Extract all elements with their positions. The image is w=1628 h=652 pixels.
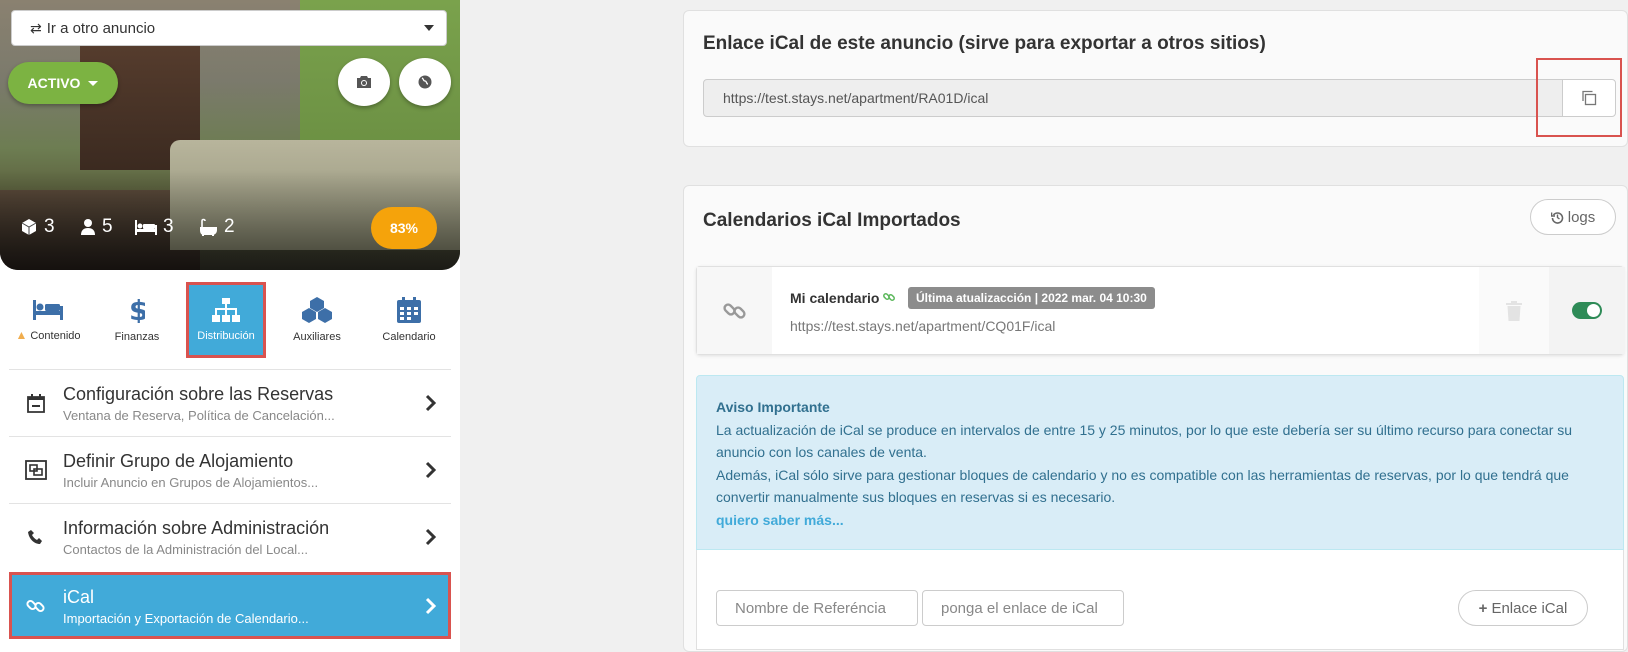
imported-calendar-row: Mi calendario Última atualizacción | 202… [696, 266, 1625, 355]
tab-auxiliares-label: Auxiliares [293, 331, 341, 343]
logs-button-label: logs [1567, 208, 1596, 226]
menu-item-subtitle: Importación y Exportación de Calendario.… [63, 611, 309, 626]
menu-item-title: Definir Grupo de Alojamiento [63, 451, 294, 471]
chevron-right-icon [425, 394, 437, 412]
learn-more-link[interactable]: quiero saber más... [716, 509, 1604, 532]
calendar-minus-icon [27, 394, 45, 413]
export-panel-title: Enlace iCal de este anuncio (sirve para … [703, 33, 1266, 54]
add-calendar-form: + Enlace iCal [696, 550, 1624, 650]
menu-item-subtitle: Ventana de Reserva, Política de Cancelac… [63, 408, 335, 423]
logs-button[interactable]: logs [1530, 199, 1616, 235]
link-icon [883, 293, 896, 301]
listing-sidebar: ⇄ Ir a otro anuncio ACTIVO 3 5 3 2 83% ▲… [0, 0, 460, 652]
warning-icon: ▲ [15, 328, 28, 342]
tab-contenido[interactable]: ▲ Contenido [8, 282, 88, 358]
stat-baths-value: 2 [224, 216, 235, 237]
plus-icon: + [1478, 599, 1488, 617]
link-icon [26, 599, 45, 613]
camera-icon [357, 76, 371, 88]
caret-down-icon [424, 25, 434, 31]
calendar-toggle-cell [1549, 267, 1625, 354]
cube-icon [21, 219, 37, 235]
tab-calendario[interactable]: Calendario [369, 282, 449, 358]
copy-button-highlight [1536, 58, 1622, 137]
important-notice: Aviso Importante La actualización de iCa… [696, 375, 1624, 550]
user-icon [81, 219, 95, 235]
stat-guests-value: 5 [102, 216, 113, 237]
menu-item-administracion[interactable]: Información sobre Administración Contact… [9, 503, 451, 570]
notice-title: Aviso Importante [716, 399, 830, 415]
export-url-field[interactable]: https://test.stays.net/apartment/RA01D/i… [703, 79, 1563, 117]
listing-photo: ⇄ Ir a otro anuncio ACTIVO 3 5 3 2 83% [0, 0, 460, 270]
menu-item-title: Configuración sobre las Reservas [63, 384, 334, 404]
stat-rooms-value: 3 [44, 216, 55, 237]
cubes-icon [302, 297, 332, 323]
tab-distribucion[interactable]: Distribución [186, 282, 266, 358]
menu-item-subtitle: Contactos de la Administración del Local… [63, 542, 308, 557]
tab-contenido-label: Contenido [30, 330, 81, 342]
menu-item-title: iCal [63, 587, 95, 607]
menu-item-ical[interactable]: iCal Importación y Exportación de Calend… [9, 572, 451, 639]
listing-selector-label: Ir a otro anuncio [46, 19, 156, 37]
globe-button[interactable] [399, 58, 451, 106]
add-ical-label: Enlace iCal [1491, 599, 1568, 617]
delete-calendar-button[interactable] [1479, 267, 1549, 354]
chevron-right-icon [425, 597, 437, 615]
camera-button[interactable] [338, 58, 390, 106]
bed-icon [135, 220, 157, 235]
ical-import-panel: Calendarios iCal Importados logs Mi cale… [683, 185, 1628, 652]
chevron-right-icon [425, 528, 437, 546]
add-ical-button[interactable]: + Enlace iCal [1458, 590, 1588, 626]
tab-calendario-label: Calendario [382, 331, 436, 343]
listing-tabs: ▲ Contenido $ Finanzas Distribución Auxil… [0, 282, 460, 362]
trash-icon [1506, 300, 1522, 321]
object-group-icon [25, 460, 47, 480]
menu-item-reservas[interactable]: Configuración sobre las Reservas Ventana… [9, 369, 451, 436]
bed-icon [33, 300, 63, 320]
bath-icon [200, 218, 217, 236]
link-icon [722, 302, 746, 319]
status-label: ACTIVO [27, 75, 81, 91]
ical-url-input[interactable] [922, 590, 1124, 626]
calendar-icon [397, 297, 421, 323]
stat-beds-value: 3 [163, 216, 174, 237]
completion-score-badge: 83% [371, 207, 437, 249]
calendar-name-text: Mi calendario [790, 290, 880, 306]
reference-name-input[interactable] [716, 590, 918, 626]
stat-rooms: 3 [20, 216, 55, 238]
stat-beds: 3 [135, 216, 174, 238]
caret-down-icon [88, 80, 99, 86]
notice-text-2: Además, iCal sólo sirve para gestionar b… [716, 466, 1569, 506]
calendar-enabled-toggle[interactable] [1572, 302, 1602, 319]
calendar-link-cell [697, 267, 772, 354]
history-icon [1550, 211, 1564, 224]
stat-guests: 5 [80, 216, 113, 238]
export-url-value: https://test.stays.net/apartment/RA01D/i… [723, 90, 989, 106]
menu-item-subtitle: Incluir Anuncio en Grupos de Alojamiento… [63, 475, 319, 490]
phone-icon [28, 530, 42, 544]
tab-distribucion-label: Distribución [197, 330, 255, 342]
listing-selector[interactable]: ⇄ Ir a otro anuncio [11, 10, 447, 46]
tab-auxiliares[interactable]: Auxiliares [277, 282, 357, 358]
globe-icon [418, 75, 432, 89]
calendar-url: https://test.stays.net/apartment/CQ01F/i… [790, 318, 1056, 334]
dollar-icon: $ [129, 297, 145, 323]
ical-export-panel: Enlace iCal de este anuncio (sirve para … [683, 10, 1628, 147]
tab-finanzas-label: Finanzas [114, 331, 160, 343]
chevron-right-icon [425, 461, 437, 479]
calendar-name: Mi calendario [790, 290, 896, 306]
status-dropdown-button[interactable]: ACTIVO [8, 62, 118, 104]
last-update-badge: Última atualizacción | 2022 mar. 04 10:3… [908, 287, 1155, 309]
notice-text-1: La actualización de iCal se produce en i… [716, 421, 1573, 461]
stat-baths: 2 [198, 216, 235, 238]
menu-item-grupo[interactable]: Definir Grupo de Alojamiento Incluir Anu… [9, 436, 451, 503]
sitemap-icon [212, 298, 240, 322]
import-panel-title: Calendarios iCal Importados [703, 210, 961, 231]
menu-item-title: Información sobre Administración [63, 518, 330, 538]
swap-icon: ⇄ [30, 19, 42, 36]
tab-finanzas[interactable]: $ Finanzas [97, 282, 177, 358]
svg-text:$: $ [129, 297, 145, 323]
